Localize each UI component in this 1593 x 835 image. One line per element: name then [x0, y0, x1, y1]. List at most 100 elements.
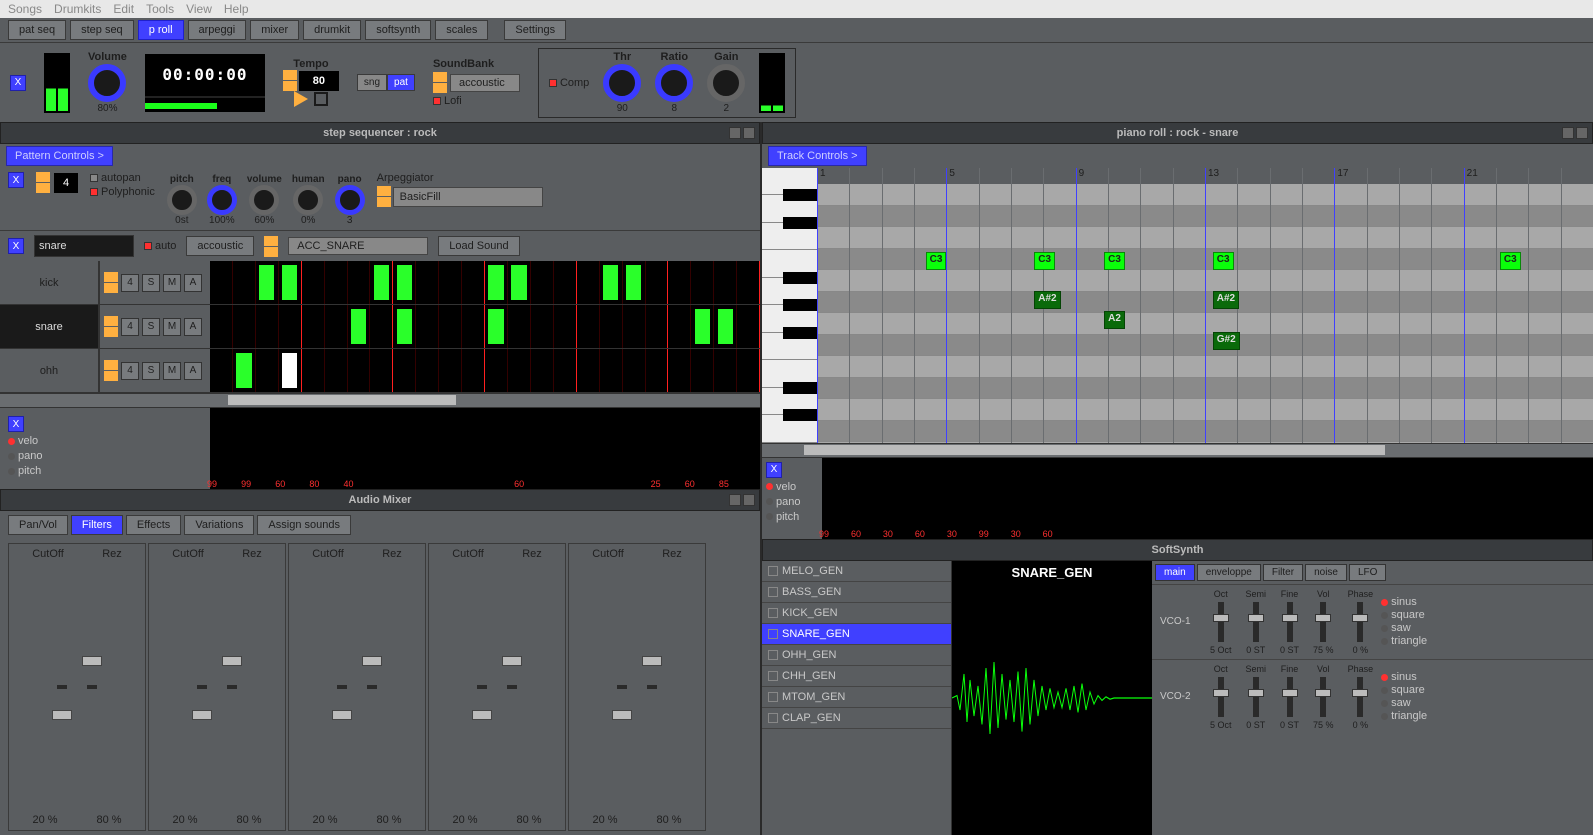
tempo-down-icon[interactable] — [283, 81, 297, 91]
mixer-tab-assign[interactable]: Assign sounds — [257, 515, 351, 535]
cutoff-fader[interactable] — [617, 642, 627, 732]
piano-note[interactable]: A#2 — [1034, 291, 1060, 309]
generator-item[interactable]: BASS_GEN — [762, 582, 951, 603]
human-knob[interactable] — [293, 185, 323, 215]
soundbank-select[interactable]: accoustic — [450, 74, 520, 92]
play-button[interactable] — [294, 91, 308, 107]
vco-slider[interactable]: Semi0 ST — [1246, 589, 1267, 655]
wave-radio[interactable]: square — [1381, 684, 1427, 696]
vco-slider[interactable]: Oct5 Oct — [1210, 589, 1232, 655]
track-steps-down-icon[interactable] — [104, 283, 118, 293]
gain-knob[interactable] — [707, 64, 745, 102]
sng-option[interactable]: sng — [357, 74, 387, 91]
arm-button[interactable]: A — [184, 274, 202, 292]
track-steps-up-icon[interactable] — [104, 360, 118, 370]
mixer-tab-panvol[interactable]: Pan/Vol — [8, 515, 68, 535]
piano-note[interactable]: C3 — [1500, 252, 1521, 270]
stepseq-max-icon[interactable] — [743, 127, 755, 139]
proll-velo-radio[interactable] — [766, 483, 773, 490]
track-steps-down-icon[interactable] — [104, 371, 118, 381]
velocity-bars[interactable]: 999960804060256085 — [210, 408, 760, 489]
tab-settings[interactable]: Settings — [504, 20, 566, 40]
solo-button[interactable]: S — [142, 362, 160, 380]
tab-p-roll[interactable]: p roll — [138, 20, 184, 40]
tab-mixer[interactable]: mixer — [250, 20, 299, 40]
tempo-up-icon[interactable] — [283, 70, 297, 80]
vco-slider[interactable]: Fine0 ST — [1280, 589, 1299, 655]
arm-button[interactable]: A — [184, 362, 202, 380]
close-transport-button[interactable]: X — [10, 75, 26, 91]
kit-button[interactable]: accoustic — [186, 236, 254, 256]
solo-button[interactable]: S — [142, 274, 160, 292]
vco-slider[interactable]: Fine0 ST — [1280, 664, 1299, 730]
close-velo-button[interactable]: X — [8, 416, 24, 432]
gen-checkbox[interactable] — [768, 629, 778, 639]
rez-fader[interactable] — [87, 642, 97, 732]
track-steps-val[interactable]: 4 — [121, 362, 139, 380]
step-grid-snare[interactable] — [210, 305, 760, 348]
piano-note[interactable]: C3 — [926, 252, 947, 270]
track-name[interactable]: ohh — [0, 349, 100, 392]
piano-note[interactable]: G#2 — [1213, 332, 1240, 350]
proll-min-icon[interactable] — [1562, 127, 1574, 139]
proll-velocity-bars[interactable]: 9960306030993060 — [822, 458, 1593, 539]
wave-radio[interactable]: saw — [1381, 622, 1427, 634]
wave-radio[interactable]: square — [1381, 609, 1427, 621]
proll-pano-radio[interactable] — [766, 498, 773, 505]
menu-songs[interactable]: Songs — [8, 2, 42, 16]
steps-down-icon[interactable] — [36, 183, 50, 193]
wave-radio[interactable]: sinus — [1381, 671, 1427, 683]
piano-note[interactable]: C3 — [1104, 252, 1125, 270]
pitch-radio[interactable] — [8, 468, 15, 475]
track-name[interactable]: kick — [0, 261, 100, 304]
cutoff-fader[interactable] — [197, 642, 207, 732]
vco-slider[interactable]: Vol75 % — [1313, 664, 1334, 730]
pano-knob[interactable] — [335, 185, 365, 215]
pitch-knob[interactable] — [167, 185, 197, 215]
piano-note[interactable]: A2 — [1104, 311, 1125, 329]
arm-button[interactable]: A — [184, 318, 202, 336]
vco-slider[interactable]: Phase0 % — [1348, 664, 1374, 730]
mute-button[interactable]: M — [163, 274, 181, 292]
menu-drumkits[interactable]: Drumkits — [54, 2, 101, 16]
velo-radio[interactable] — [8, 438, 15, 445]
solo-button[interactable]: S — [142, 318, 160, 336]
mixer-max-icon[interactable] — [743, 494, 755, 506]
tab-softsynth[interactable]: softsynth — [365, 20, 431, 40]
ratio-knob[interactable] — [655, 64, 693, 102]
synth-tab-main[interactable]: main — [1155, 564, 1195, 581]
synth-tab-filter[interactable]: Filter — [1263, 564, 1303, 581]
gen-checkbox[interactable] — [768, 608, 778, 618]
gen-checkbox[interactable] — [768, 671, 778, 681]
rez-fader[interactable] — [227, 642, 237, 732]
generator-item[interactable]: CHH_GEN — [762, 666, 951, 687]
close-proll-velo-button[interactable]: X — [766, 462, 782, 478]
sample-down-icon[interactable] — [264, 247, 278, 257]
track-steps-val[interactable]: 4 — [121, 318, 139, 336]
vco-slider[interactable]: Oct5 Oct — [1210, 664, 1232, 730]
sample-select[interactable]: ACC_SNARE — [288, 237, 428, 255]
steps-value[interactable]: 4 — [54, 173, 78, 193]
generator-item[interactable]: MTOM_GEN — [762, 687, 951, 708]
track-steps-up-icon[interactable] — [104, 272, 118, 282]
vco-slider[interactable]: Phase0 % — [1348, 589, 1374, 655]
arp-down-icon[interactable] — [377, 197, 391, 207]
piano-roll-grid[interactable]: 159131721 C3C3C3C3C3A#2A#2A2G#2 — [817, 168, 1593, 443]
progress-bar[interactable] — [145, 96, 265, 112]
mixer-tab-filters[interactable]: Filters — [71, 515, 123, 535]
sample-up-icon[interactable] — [264, 236, 278, 246]
autopan-checkbox[interactable] — [90, 174, 98, 182]
generator-item[interactable]: CLAP_GEN — [762, 708, 951, 729]
proll-pitch-radio[interactable] — [766, 513, 773, 520]
menu-tools[interactable]: Tools — [146, 2, 174, 16]
gen-checkbox[interactable] — [768, 566, 778, 576]
sng-pat-toggle[interactable]: sng pat — [357, 74, 415, 91]
pattern-controls-button[interactable]: Pattern Controls > — [6, 146, 113, 166]
close-sound-button[interactable]: X — [8, 238, 24, 254]
mute-button[interactable]: M — [163, 362, 181, 380]
generator-item[interactable]: KICK_GEN — [762, 603, 951, 624]
tab-scales[interactable]: scales — [435, 20, 488, 40]
stepseq-min-icon[interactable] — [729, 127, 741, 139]
sound-name-input[interactable] — [34, 235, 134, 257]
lofi-checkbox[interactable] — [433, 97, 441, 105]
